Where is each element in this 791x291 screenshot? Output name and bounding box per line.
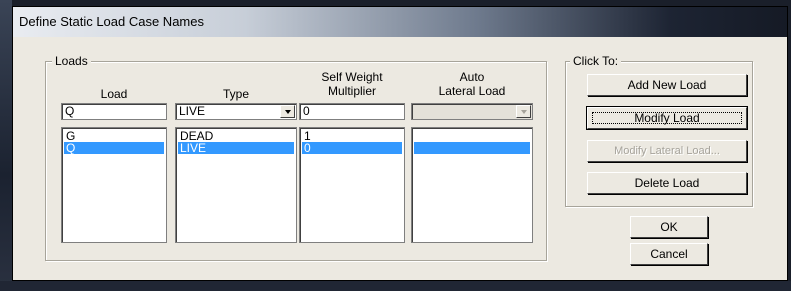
list-item[interactable]: Q [64,142,164,154]
list-item[interactable]: 1 [302,130,402,142]
list-item[interactable]: G [64,130,164,142]
modify-load-button[interactable]: Modify Load [586,106,748,130]
list-item[interactable]: 0 [302,142,402,154]
header-self-weight-line2: Multiplier [327,84,376,98]
load-column-list[interactable]: G Q [61,127,167,243]
header-load: Load [100,87,128,101]
header-type: Type [222,87,249,101]
header-self-weight-line1: Self Weight [321,70,383,84]
header-auto-lateral-line1: Auto [459,70,485,84]
add-new-load-label: Add New Load [627,78,707,92]
load-type-select-value: LIVE [179,104,206,118]
load-name-input[interactable]: Q [61,103,167,120]
click-to-group-label: Click To: [570,54,622,68]
delete-load-label: Delete Load [634,176,700,190]
self-weight-multiplier-input[interactable]: 0 [299,103,405,120]
list-item[interactable]: LIVE [178,142,294,154]
window-title: Define Static Load Case Names [19,14,204,29]
header-auto-lateral-line2: Lateral Load [438,84,506,98]
delete-load-button[interactable]: Delete Load [587,172,747,194]
list-item[interactable] [414,142,530,154]
desktop-background [0,0,12,291]
title-bar[interactable]: Define Static Load Case Names [13,7,787,37]
auto-lateral-load-select [411,103,533,120]
load-type-select[interactable]: LIVE [175,103,297,120]
modify-lateral-load-label: Modify Lateral Load... [614,145,720,157]
cancel-button[interactable]: Cancel [630,243,708,265]
self-weight-column-list[interactable]: 1 0 [299,127,405,243]
cancel-label: Cancel [650,247,688,261]
focus-rectangle [592,112,742,124]
ok-button[interactable]: OK [630,216,708,238]
list-item[interactable] [414,130,530,142]
modify-lateral-load-button: Modify Lateral Load... [587,140,747,162]
define-static-load-case-names-dialog: Define Static Load Case Names Loads Load… [12,6,788,281]
auto-lateral-column-list[interactable] [411,127,533,243]
ok-label: OK [660,220,678,234]
chevron-down-icon[interactable] [280,105,295,118]
loads-group-label: Loads [52,54,91,68]
desktop-background-bottom [0,281,791,291]
add-new-load-button[interactable]: Add New Load [587,74,747,96]
chevron-down-icon [516,105,531,118]
type-column-list[interactable]: DEAD LIVE [175,127,297,243]
